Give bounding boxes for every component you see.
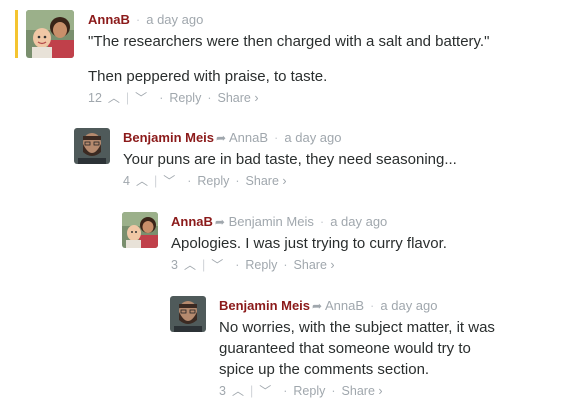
comment-header: AnnaB ➦ Benjamin Meis · a day ago bbox=[171, 212, 574, 232]
author-name[interactable]: AnnaB bbox=[171, 214, 213, 229]
comment-footer: 4 ︿ | ﹀ · Reply · Share › bbox=[123, 172, 574, 190]
share-button[interactable]: Share › bbox=[342, 384, 383, 398]
separator: · bbox=[283, 258, 288, 272]
separator: · bbox=[283, 384, 288, 398]
comment-text: "The researchers were then charged with … bbox=[88, 31, 566, 87]
reply-to-name: AnnaB bbox=[229, 130, 269, 145]
author-name[interactable]: Benjamin Meis bbox=[219, 298, 310, 313]
upvote-icon[interactable]: ︿ bbox=[108, 91, 120, 105]
avatar[interactable] bbox=[170, 296, 206, 332]
reply-button[interactable]: Reply bbox=[293, 384, 325, 398]
reply-button[interactable]: Reply bbox=[197, 174, 229, 188]
reply-arrow-icon: ➦ bbox=[216, 131, 227, 145]
comment-footer: 3 ︿ | ﹀ · Reply · Share › bbox=[171, 256, 574, 274]
comment-header: Benjamin Meis ➦ AnnaB · a day ago bbox=[219, 296, 509, 316]
comment-header: Benjamin Meis ➦ AnnaB · a day ago bbox=[123, 128, 574, 148]
timestamp[interactable]: a day ago bbox=[146, 12, 203, 27]
vote-count: 4 bbox=[123, 174, 130, 188]
reply-button[interactable]: Reply bbox=[169, 91, 201, 105]
vote-count: 3 bbox=[171, 258, 178, 272]
avatar[interactable] bbox=[26, 10, 74, 58]
separator: · bbox=[370, 298, 375, 313]
comment-footer: 3 ︿ | ﹀ · Reply · Share › bbox=[219, 382, 509, 400]
upvote-icon[interactable]: ︿ bbox=[232, 384, 244, 398]
timestamp[interactable]: a day ago bbox=[380, 298, 437, 313]
separator: · bbox=[319, 214, 325, 229]
separator: · bbox=[274, 130, 279, 145]
vote-count: 12 bbox=[88, 91, 102, 105]
reply-to[interactable]: ➦ AnnaB bbox=[312, 298, 364, 313]
separator: · bbox=[187, 174, 192, 188]
comment-paragraph: Then peppered with praise, to taste. bbox=[88, 68, 328, 85]
downvote-icon[interactable]: ﹀ bbox=[211, 258, 223, 272]
downvote-icon[interactable]: ﹀ bbox=[135, 91, 147, 105]
separator: · bbox=[235, 174, 240, 188]
reply-arrow-icon: ➦ bbox=[312, 299, 323, 313]
separator: · bbox=[159, 91, 164, 105]
new-comment-highlight-bar bbox=[15, 10, 18, 58]
comment-footer: 12 ︿ | ﹀ · Reply · Share › bbox=[88, 89, 566, 107]
comment-paragraph: No worries, with the subject matter, it … bbox=[219, 319, 495, 378]
reply-button[interactable]: Reply bbox=[245, 258, 277, 272]
separator: · bbox=[331, 384, 336, 398]
comment-text: No worries, with the subject matter, it … bbox=[219, 317, 509, 380]
bearded-man-avatar-image bbox=[170, 296, 206, 332]
share-button[interactable]: Share › bbox=[294, 258, 335, 272]
divider: | bbox=[201, 258, 206, 272]
share-button[interactable]: Share › bbox=[246, 174, 287, 188]
bearded-man-avatar-image bbox=[74, 128, 110, 164]
divider: | bbox=[249, 384, 254, 398]
woman-with-baby-avatar-image bbox=[26, 10, 74, 58]
reply-to[interactable]: ➦ Benjamin Meis bbox=[215, 214, 314, 229]
comment-text: Apologies. I was just trying to curry fl… bbox=[171, 233, 574, 254]
divider: | bbox=[125, 91, 130, 105]
author-name[interactable]: AnnaB bbox=[88, 12, 130, 27]
reply-arrow-icon: ➦ bbox=[214, 215, 225, 229]
comment-header: AnnaB · a day ago bbox=[88, 10, 566, 30]
avatar[interactable] bbox=[74, 128, 110, 164]
downvote-icon[interactable]: ﹀ bbox=[163, 174, 175, 188]
woman-with-baby-avatar-image bbox=[122, 212, 158, 248]
reply-to-name: AnnaB bbox=[325, 298, 365, 313]
comment-text: Your puns are in bad taste, they need se… bbox=[123, 149, 574, 170]
author-name[interactable]: Benjamin Meis bbox=[123, 130, 214, 145]
timestamp[interactable]: a day ago bbox=[284, 130, 341, 145]
upvote-icon[interactable]: ︿ bbox=[184, 258, 196, 272]
share-button[interactable]: Share › bbox=[218, 91, 259, 105]
separator: · bbox=[207, 91, 212, 105]
reply-to-name: Benjamin Meis bbox=[228, 214, 314, 229]
upvote-icon[interactable]: ︿ bbox=[136, 174, 148, 188]
downvote-icon[interactable]: ﹀ bbox=[259, 384, 271, 398]
reply-to[interactable]: ➦ AnnaB bbox=[216, 130, 268, 145]
comment-paragraph: Your puns are in bad taste, they need se… bbox=[123, 151, 457, 168]
separator: · bbox=[135, 12, 141, 27]
timestamp[interactable]: a day ago bbox=[330, 214, 387, 229]
divider: | bbox=[153, 174, 158, 188]
separator: · bbox=[235, 258, 240, 272]
comment-paragraph: "The researchers were then charged with … bbox=[88, 33, 490, 50]
avatar[interactable] bbox=[122, 212, 158, 248]
comment-paragraph: Apologies. I was just trying to curry fl… bbox=[171, 235, 447, 252]
vote-count: 3 bbox=[219, 384, 226, 398]
